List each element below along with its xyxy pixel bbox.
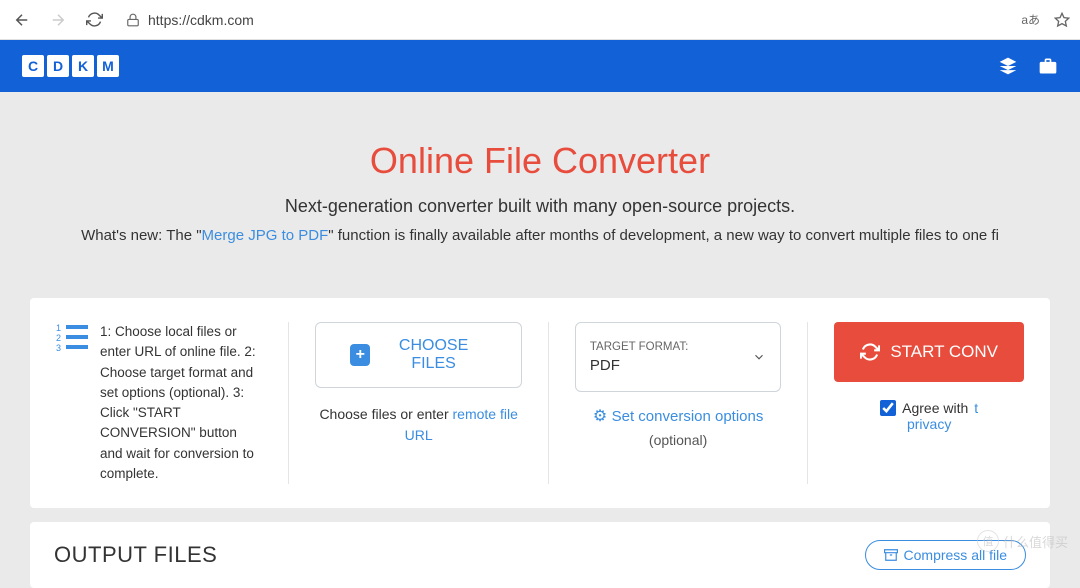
plus-icon: + <box>350 344 370 366</box>
start-column: START CONV Agree with t privacy <box>808 322 1050 484</box>
instructions-text: 1: Choose local files or enter URL of on… <box>100 322 262 484</box>
svg-text:1: 1 <box>56 323 61 333</box>
svg-text:2: 2 <box>56 333 61 343</box>
logo-letter: K <box>72 55 94 77</box>
watermark: 值什么值得买 <box>977 530 1068 552</box>
numbered-list-icon: 123 <box>56 322 90 484</box>
start-conversion-button[interactable]: START CONV <box>834 322 1024 382</box>
favorite-icon[interactable] <box>1054 12 1070 28</box>
agree-row: Agree with t <box>834 400 1024 416</box>
lock-icon <box>126 13 140 27</box>
logo-letter: M <box>97 55 119 77</box>
refresh-icon <box>86 11 103 28</box>
agree-checkbox[interactable] <box>880 400 896 416</box>
converter-panel: 123 1: Choose local files or enter URL o… <box>30 298 1050 508</box>
toolbox-icon[interactable] <box>1038 56 1058 76</box>
arrow-left-icon <box>13 11 31 29</box>
optional-label: (optional) <box>575 432 781 448</box>
output-title: OUTPUT FILES <box>54 542 217 568</box>
page-title: Online File Converter <box>20 140 1060 182</box>
refresh-button[interactable] <box>82 8 106 32</box>
arrow-right-icon <box>49 11 67 29</box>
logo[interactable]: C D K M <box>22 55 119 77</box>
whats-new: What's new: The "Merge JPG to PDF" funct… <box>20 227 1060 244</box>
hero-section: Online File Converter Next-generation co… <box>0 92 1080 274</box>
address-bar[interactable]: https://cdkm.com <box>118 12 1009 28</box>
target-format-column: TARGET FORMAT: PDF ⚙ Set conversion opti… <box>549 322 808 484</box>
svg-text:3: 3 <box>56 343 61 352</box>
terms-link[interactable]: t <box>974 400 978 416</box>
url-text: https://cdkm.com <box>148 12 254 28</box>
instructions-column: 123 1: Choose local files or enter URL o… <box>30 322 289 484</box>
forward-button[interactable] <box>46 8 70 32</box>
browser-toolbar: https://cdkm.com aあ <box>0 0 1080 40</box>
choose-files-button[interactable]: + CHOOSE FILES <box>315 322 521 388</box>
layers-icon[interactable] <box>998 56 1018 76</box>
logo-letter: D <box>47 55 69 77</box>
back-button[interactable] <box>10 8 34 32</box>
tagline: Next-generation converter built with man… <box>20 196 1060 217</box>
target-format-select[interactable]: TARGET FORMAT: PDF <box>575 322 781 392</box>
news-link[interactable]: Merge JPG to PDF <box>202 227 329 244</box>
conversion-options-link[interactable]: Set conversion options <box>612 408 764 425</box>
sync-icon <box>860 342 880 362</box>
target-format-value: PDF <box>590 357 688 374</box>
choose-files-column: + CHOOSE FILES Choose files or enter rem… <box>289 322 548 484</box>
translate-icon[interactable]: aあ <box>1021 11 1040 28</box>
target-format-label: TARGET FORMAT: <box>590 341 688 353</box>
logo-letter: C <box>22 55 44 77</box>
gear-icon: ⚙ <box>593 408 607 425</box>
output-panel: OUTPUT FILES Compress all file <box>30 522 1050 588</box>
choose-subtext: Choose files or enter remote file URL <box>315 404 521 446</box>
chevron-down-icon <box>752 350 766 364</box>
site-header: C D K M <box>0 40 1080 92</box>
privacy-link[interactable]: privacy <box>907 416 951 432</box>
